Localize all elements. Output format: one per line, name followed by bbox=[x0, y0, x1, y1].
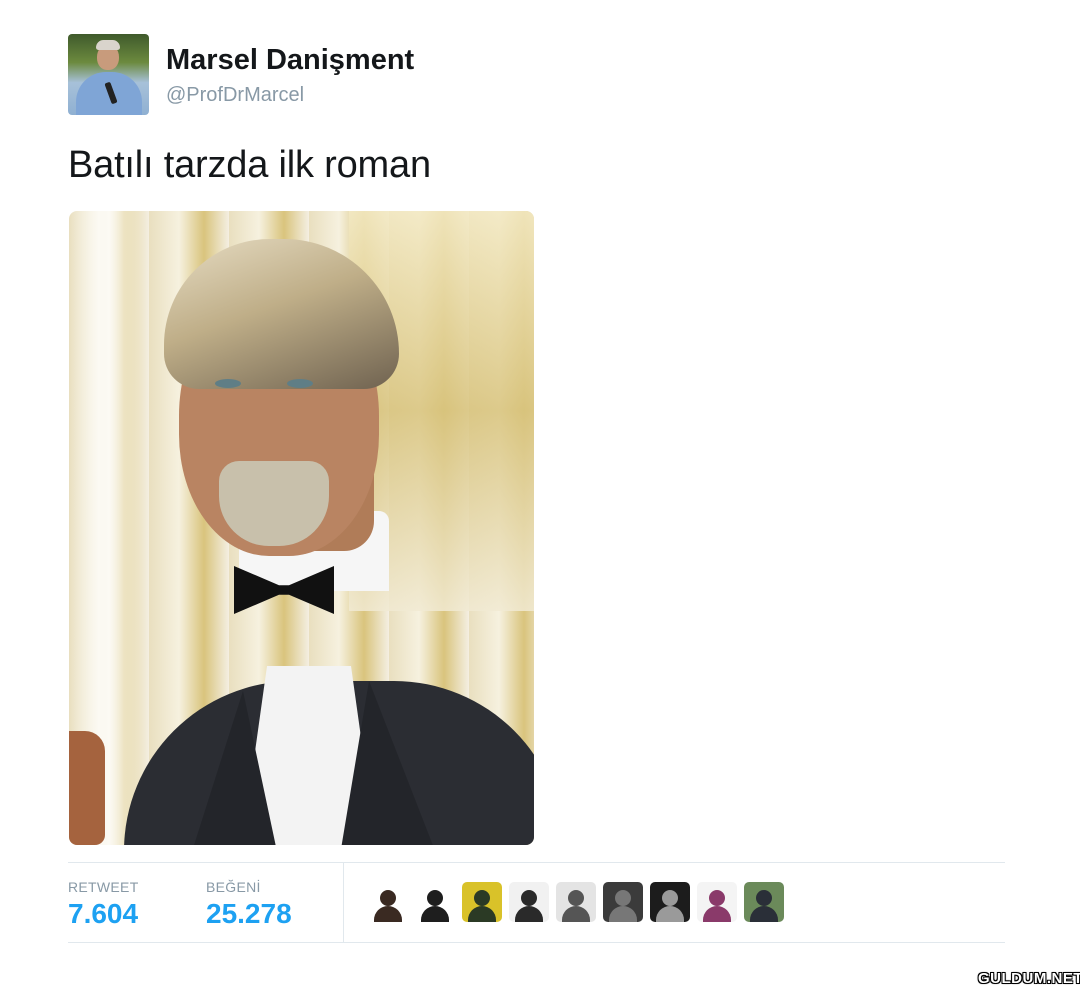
avatar-hair bbox=[96, 40, 120, 50]
like-label: BEĞENİ bbox=[206, 879, 261, 895]
liker-avatar-8[interactable] bbox=[697, 882, 737, 922]
stats-vertical-divider bbox=[343, 863, 344, 942]
retweet-count[interactable]: 7.604 bbox=[68, 898, 138, 930]
liker-avatars bbox=[368, 882, 784, 922]
liker-avatar-head bbox=[474, 890, 490, 906]
photo-hand bbox=[69, 731, 105, 845]
liker-avatar-4[interactable] bbox=[509, 882, 549, 922]
liker-avatar-body bbox=[374, 906, 402, 922]
liker-avatar-7[interactable] bbox=[650, 882, 690, 922]
liker-avatar-1[interactable] bbox=[368, 882, 408, 922]
tweet-photo[interactable] bbox=[69, 211, 534, 845]
liker-avatar-body bbox=[421, 906, 449, 922]
liker-avatar-head bbox=[380, 890, 396, 906]
author-handle[interactable]: @ProfDrMarcel bbox=[166, 84, 304, 107]
liker-avatar-body bbox=[750, 906, 778, 922]
liker-avatar-head bbox=[521, 890, 537, 906]
liker-avatar-body bbox=[468, 906, 496, 922]
liker-avatar-5[interactable] bbox=[556, 882, 596, 922]
photo-eye-right bbox=[287, 379, 313, 388]
stats-divider-bottom bbox=[68, 942, 1005, 943]
liker-avatar-3[interactable] bbox=[462, 882, 502, 922]
stats-divider-top bbox=[68, 862, 1005, 863]
liker-avatar-body bbox=[515, 906, 543, 922]
watermark: GULDUM.NET bbox=[978, 970, 1080, 987]
liker-avatar-head bbox=[662, 890, 678, 906]
liker-avatar-head bbox=[427, 890, 443, 906]
liker-avatar-6[interactable] bbox=[603, 882, 643, 922]
photo-eye-left bbox=[215, 379, 241, 388]
liker-avatar-body bbox=[609, 906, 637, 922]
liker-avatar-2[interactable] bbox=[415, 882, 455, 922]
author-avatar[interactable] bbox=[68, 34, 149, 115]
tweet-card: Marsel Danişment @ProfDrMarcel Batılı ta… bbox=[0, 0, 1080, 993]
author-display-name[interactable]: Marsel Danişment bbox=[166, 44, 414, 77]
liker-avatar-body bbox=[703, 906, 731, 922]
liker-avatar-9[interactable] bbox=[744, 882, 784, 922]
liker-avatar-head bbox=[709, 890, 725, 906]
like-count[interactable]: 25.278 bbox=[206, 898, 292, 930]
liker-avatar-body bbox=[562, 906, 590, 922]
retweet-label: RETWEET bbox=[68, 879, 139, 895]
liker-avatar-body bbox=[656, 906, 684, 922]
liker-avatar-head bbox=[756, 890, 772, 906]
liker-avatar-head bbox=[615, 890, 631, 906]
tweet-text: Batılı tarzda ilk roman bbox=[68, 144, 431, 186]
liker-avatar-head bbox=[568, 890, 584, 906]
